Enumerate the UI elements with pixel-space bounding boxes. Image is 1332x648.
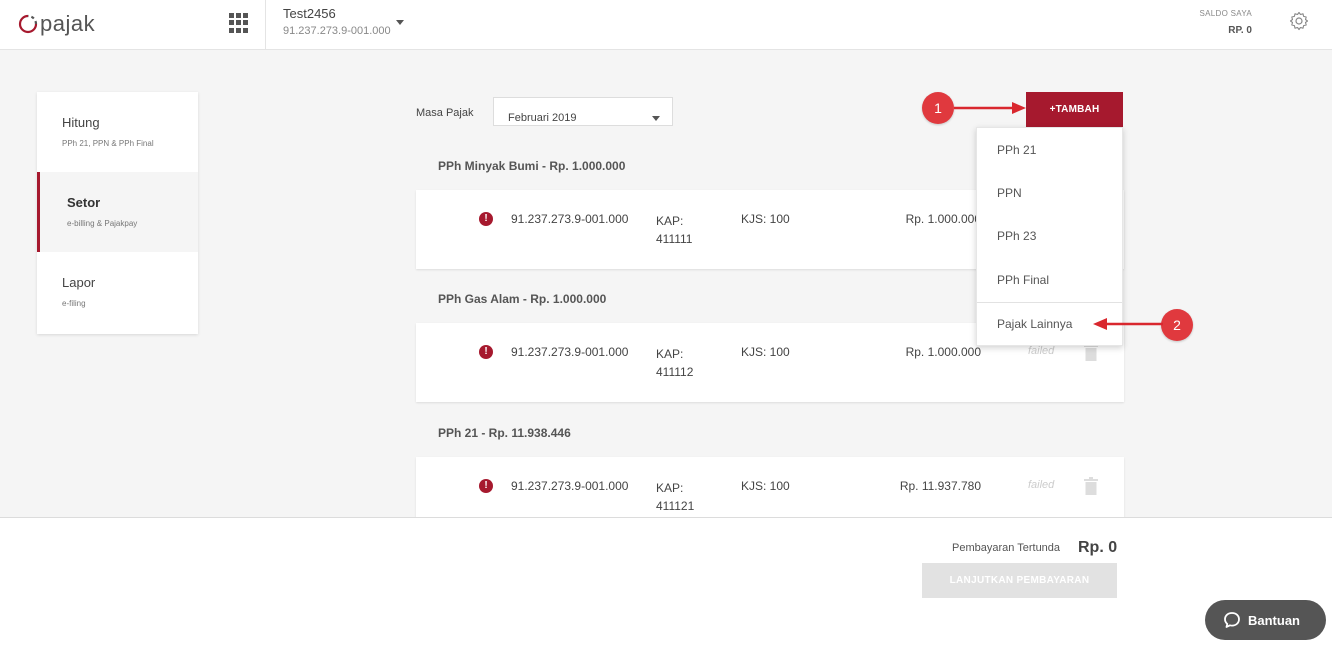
row-kap: KAP: 411112 xyxy=(656,345,693,381)
row-kjs: KJS: 100 xyxy=(741,345,790,359)
balance-display: SALDO SAYA RP. 0 xyxy=(1200,9,1253,36)
trash-icon[interactable] xyxy=(1084,477,1098,500)
logo-text: pajak xyxy=(40,11,96,36)
sidebar-item-subtitle: e-billing & Pajakpay xyxy=(67,219,138,228)
help-label: Bantuan xyxy=(1248,612,1300,628)
group-title: PPh Minyak Bumi - Rp. 1.000.000 xyxy=(438,159,626,173)
kap-value: 411111 xyxy=(656,232,693,246)
org-switcher[interactable]: Test2456 91.237.273.9-001.000 xyxy=(283,6,391,37)
error-icon: ! xyxy=(479,345,493,359)
row-npwp: 91.237.273.9-001.000 xyxy=(511,479,629,493)
menu-item-pph-final[interactable]: PPh Final xyxy=(977,269,1122,291)
menu-item-pph23[interactable]: PPh 23 xyxy=(977,225,1122,247)
chat-bubble-icon xyxy=(1224,612,1240,628)
sidebar: Hitung PPh 21, PPN & PPh Final Setor e-b… xyxy=(37,92,198,334)
group-title: PPh 21 - Rp. 11.938.446 xyxy=(438,426,571,440)
sidebar-item-title: Setor xyxy=(67,195,101,210)
kap-label: KAP: xyxy=(656,481,684,495)
chevron-down-icon xyxy=(652,116,660,121)
apps-grid-icon[interactable] xyxy=(229,13,249,33)
tax-period-label: Masa Pajak xyxy=(416,107,474,119)
trash-icon[interactable] xyxy=(1084,343,1098,366)
org-npwp: 91.237.273.9-001.000 xyxy=(283,25,391,37)
header-divider xyxy=(265,0,266,50)
row-status: failed xyxy=(1028,345,1055,357)
row-kjs: KJS: 100 xyxy=(741,212,790,226)
payment-footer: Pembayaran Tertunda Rp. 0 LANJUTKAN PEMB… xyxy=(0,517,1332,648)
top-bar: pajak Test2456 91.237.273.9-001.000 SALD… xyxy=(0,0,1332,50)
logo-ring-icon xyxy=(18,14,38,34)
error-icon: ! xyxy=(479,479,493,493)
menu-item-ppn[interactable]: PPN xyxy=(977,182,1122,204)
kap-value: 411112 xyxy=(656,365,694,379)
logo[interactable]: pajak xyxy=(18,11,95,37)
step-marker-2: 2 xyxy=(1161,309,1193,341)
sidebar-item-setor[interactable]: Setor e-billing & Pajakpay xyxy=(37,172,198,252)
help-button[interactable]: Bantuan xyxy=(1205,600,1326,640)
annotation-arrow-left-icon xyxy=(1093,318,1163,330)
continue-payment-button[interactable]: LANJUTKAN PEMBAYARAN xyxy=(922,563,1117,598)
chevron-down-icon[interactable] xyxy=(396,20,404,25)
row-status: failed xyxy=(1028,479,1055,491)
row-amount: Rp. 1.000.000 xyxy=(905,212,981,226)
pending-payment-label: Pembayaran Tertunda xyxy=(952,542,1061,554)
balance-value: RP. 0 xyxy=(1228,25,1252,36)
row-kap: KAP: 411121 xyxy=(656,479,694,515)
tax-period-value: Februari 2019 xyxy=(508,112,577,124)
sidebar-item-subtitle: PPh 21, PPN & PPh Final xyxy=(62,139,154,148)
pending-payment-value: Rp. 0 xyxy=(1078,539,1118,556)
row-kap: KAP: 411111 xyxy=(656,212,692,248)
sidebar-item-subtitle: e-filing xyxy=(62,299,86,308)
row-npwp: 91.237.273.9-001.000 xyxy=(511,345,629,359)
gear-icon[interactable] xyxy=(1289,11,1309,36)
sidebar-item-title: Lapor xyxy=(62,275,96,290)
row-kjs: KJS: 100 xyxy=(741,479,790,493)
row-amount: Rp. 11.937.780 xyxy=(899,479,981,493)
row-npwp: 91.237.273.9-001.000 xyxy=(511,212,629,226)
kap-label: KAP: xyxy=(656,347,684,361)
kap-label: KAP: xyxy=(656,214,684,228)
add-tax-button[interactable]: +TAMBAH xyxy=(1026,92,1123,127)
error-icon: ! xyxy=(479,212,493,226)
balance-label: SALDO SAYA xyxy=(1199,9,1252,18)
row-amount: Rp. 1.000.000 xyxy=(905,345,981,359)
sidebar-item-lapor[interactable]: Lapor e-filing xyxy=(37,252,198,332)
menu-divider xyxy=(977,302,1122,303)
annotation-arrow-right-icon xyxy=(954,102,1026,114)
kap-value: 411121 xyxy=(656,499,695,513)
sidebar-item-title: Hitung xyxy=(62,115,100,130)
menu-item-pph21[interactable]: PPh 21 xyxy=(977,139,1122,161)
sidebar-item-hitung[interactable]: Hitung PPh 21, PPN & PPh Final xyxy=(37,92,198,172)
add-tax-menu: PPh 21 PPN PPh 23 PPh Final Pajak Lainny… xyxy=(976,127,1123,346)
step-marker-1: 1 xyxy=(922,92,954,124)
tax-period-select[interactable]: Februari 2019 xyxy=(493,97,673,126)
group-title: PPh Gas Alam - Rp. 1.000.000 xyxy=(438,292,607,306)
org-name: Test2456 xyxy=(283,6,336,21)
